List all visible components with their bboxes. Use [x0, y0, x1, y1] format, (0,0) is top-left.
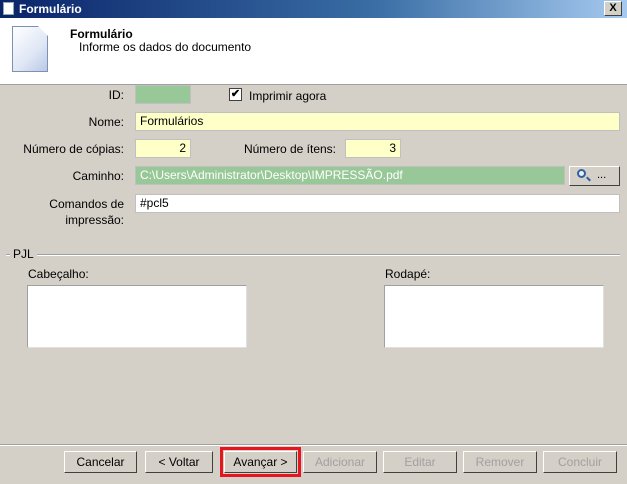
- items-field[interactable]: 3: [345, 139, 401, 158]
- browse-button[interactable]: ...: [569, 166, 620, 186]
- path-field[interactable]: C:\Users\Administrator\Desktop\IMPRESSÃO…: [135, 166, 565, 185]
- pjl-group-label: PJL: [10, 247, 37, 261]
- remove-button[interactable]: Remover: [463, 451, 537, 473]
- window-icon: [3, 2, 14, 15]
- print-now-checkbox[interactable]: ✔: [229, 88, 242, 101]
- copies-label: Número de cópias:: [23, 142, 124, 156]
- id-label: ID:: [108, 88, 124, 102]
- footer-textarea[interactable]: [384, 285, 604, 348]
- back-button[interactable]: < Voltar: [145, 451, 213, 473]
- pjl-group-border: [6, 254, 620, 256]
- browse-button-label: ...: [597, 169, 607, 181]
- edit-button[interactable]: Editar: [383, 451, 457, 473]
- title-bar[interactable]: Formulário X: [0, 0, 627, 18]
- items-label: Número de ítens:: [243, 142, 336, 156]
- button-separator: [0, 444, 627, 446]
- header-subtitle: Informe os dados do documento: [79, 40, 252, 54]
- header-title: Formulário: [70, 27, 133, 41]
- form-window: Formulário X Formulário Informe os dados…: [0, 0, 627, 484]
- commands-field[interactable]: #pcl5: [135, 194, 620, 213]
- wizard-header: Formulário Informe os dados do documento: [0, 18, 627, 85]
- commands-label: Comandos de impressão:: [49, 197, 124, 227]
- close-button[interactable]: X: [604, 1, 622, 16]
- finish-button[interactable]: Concluir: [543, 451, 617, 473]
- copies-field[interactable]: 2: [135, 139, 191, 158]
- cancel-button[interactable]: Cancelar: [64, 451, 137, 473]
- window-title: Formulário: [19, 2, 82, 16]
- next-button[interactable]: Avançar >: [220, 447, 301, 477]
- header-label: Cabeçalho:: [28, 267, 89, 281]
- path-label: Caminho:: [72, 169, 124, 183]
- footer-label: Rodapé:: [385, 267, 431, 281]
- header-textarea[interactable]: [27, 285, 247, 348]
- print-now-label[interactable]: Imprimir agora: [249, 88, 326, 104]
- name-label: Nome:: [88, 115, 124, 129]
- add-button[interactable]: Adicionar: [303, 451, 377, 473]
- document-icon: [12, 26, 48, 72]
- search-icon: [577, 169, 586, 178]
- id-field[interactable]: [135, 85, 191, 104]
- name-field[interactable]: Formulários: [135, 112, 620, 131]
